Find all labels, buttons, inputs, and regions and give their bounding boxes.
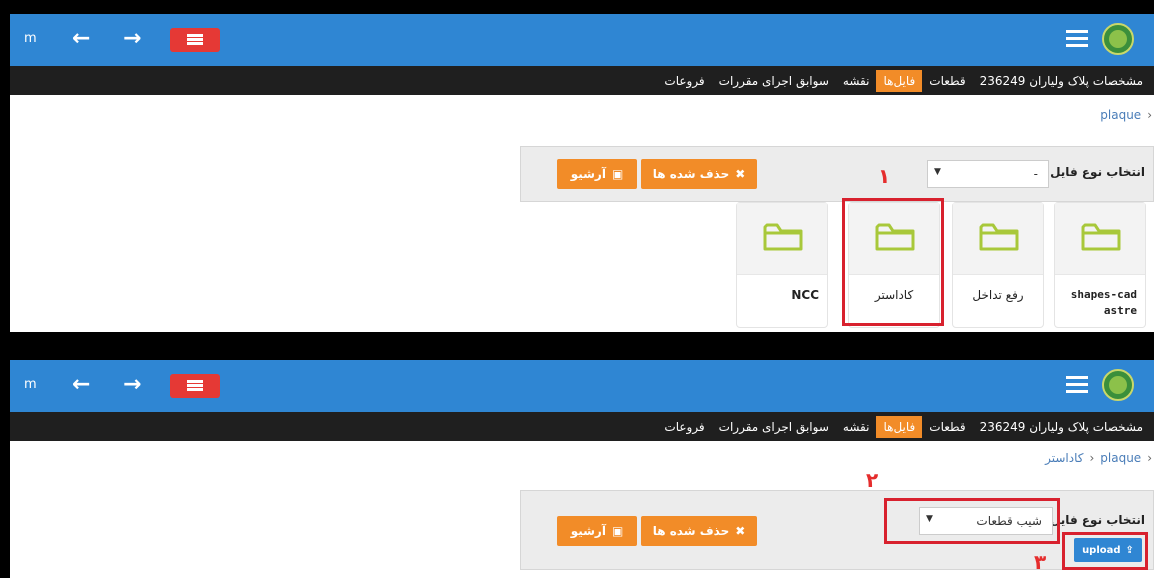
arrow-left-icon[interactable]: ← [72, 372, 90, 398]
close-icon: ✖ [735, 167, 746, 181]
folder-card-ncc[interactable]: NCC [736, 202, 828, 328]
user-initial[interactable]: m [24, 377, 37, 392]
breadcrumb-cadastre[interactable]: کاداستر [1045, 451, 1083, 465]
step-marker-2: ۲ [866, 468, 879, 492]
deleted-files-label: حذف شده ها [652, 167, 730, 181]
tab-plaque-info[interactable]: مشخصات پلاک ولیاران 236249 [973, 416, 1150, 438]
folder-name: رفع تداخل [972, 288, 1024, 302]
close-icon: ✖ [735, 524, 746, 538]
chevron-icon: ‹ [1089, 451, 1095, 465]
tab-map[interactable]: نقشه [836, 70, 877, 92]
screenshot-panel-2: m ← → مشخصات پلاک ولیاران 236249 قطعات ف… [10, 360, 1154, 578]
screenshot-panel-1: m ← → مشخصات پلاک ولیاران 236249 قطعات ف… [10, 14, 1154, 332]
tab-files[interactable]: فایل‌ها [876, 415, 923, 438]
archive-button[interactable]: ▣ آرشیو [557, 516, 637, 546]
folder-icon [1081, 223, 1121, 251]
folder-card-conflict-resolution[interactable]: رفع تداخل [952, 202, 1044, 328]
hamburger-icon[interactable] [1066, 376, 1088, 394]
file-type-value: - [1033, 167, 1038, 181]
file-type-label: انتخاب نوع فایل [1050, 165, 1145, 179]
deleted-files-label: حذف شده ها [652, 524, 730, 538]
tab-bar: مشخصات پلاک ولیاران 236249 قطعات فایل‌ها… [10, 412, 1154, 441]
caret-down-icon: ▼ [934, 167, 941, 177]
chevron-icon: ‹ [1147, 451, 1152, 465]
archive-label: آرشیو [570, 167, 606, 181]
folder-icon [979, 223, 1019, 251]
breadcrumb: ‹ plaque ‹ کاداستر [1045, 451, 1152, 465]
top-navbar: m ← → [10, 360, 1154, 412]
step-marker-1: ۱ [878, 164, 891, 188]
archive-icon: ▣ [611, 524, 624, 538]
archive-label: آرشیو [570, 524, 606, 538]
menu-button[interactable] [170, 374, 220, 398]
menu-icon [187, 380, 203, 392]
arrow-right-icon[interactable]: → [123, 372, 141, 398]
arrow-right-icon[interactable]: → [123, 26, 141, 52]
step-marker-3: ۳ [1034, 550, 1047, 574]
organization-logo-icon [1102, 23, 1134, 55]
organization-logo-icon [1102, 369, 1134, 401]
tab-plaque-info[interactable]: مشخصات پلاک ولیاران 236249 [973, 70, 1150, 92]
file-type-select[interactable]: - ▼ [927, 160, 1049, 188]
highlight-box-select [884, 498, 1060, 544]
file-filter-bar: انتخاب نوع فایل - ▼ ✖ حذف شده ها ▣ آرشیو [520, 146, 1154, 202]
archive-button[interactable]: ▣ آرشیو [557, 159, 637, 189]
tab-subdivisions[interactable]: فروعات [657, 416, 711, 438]
deleted-files-button[interactable]: ✖ حذف شده ها [641, 159, 757, 189]
tab-map[interactable]: نقشه [836, 416, 877, 438]
hamburger-icon[interactable] [1066, 30, 1088, 48]
arrow-left-icon[interactable]: ← [72, 26, 90, 52]
user-initial[interactable]: m [24, 31, 37, 46]
folder-card-shapes-cadastre[interactable]: shapes-cadastre [1054, 202, 1146, 328]
highlight-box-upload [1062, 532, 1148, 570]
folder-name: shapes-cadastre [1070, 288, 1137, 317]
menu-button[interactable] [170, 28, 220, 52]
file-type-label: انتخاب نوع فایل [1050, 513, 1145, 527]
menu-icon [187, 34, 203, 46]
folder-icon [763, 223, 803, 251]
tab-parcels[interactable]: قطعات [922, 70, 972, 92]
breadcrumb: ‹ plaque [1100, 108, 1152, 122]
breadcrumb-plaque[interactable]: plaque [1100, 108, 1141, 122]
tab-bar: مشخصات پلاک ولیاران 236249 قطعات فایل‌ها… [10, 66, 1154, 95]
tab-regulations-history[interactable]: سوابق اجرای مقررات [712, 70, 836, 92]
chevron-icon: ‹ [1147, 108, 1152, 122]
tab-parcels[interactable]: قطعات [922, 416, 972, 438]
tab-files[interactable]: فایل‌ها [876, 69, 923, 92]
top-navbar: m ← → [10, 14, 1154, 66]
highlight-box-cadastre [842, 198, 944, 326]
tab-regulations-history[interactable]: سوابق اجرای مقررات [712, 416, 836, 438]
folder-name: NCC [791, 288, 819, 302]
archive-icon: ▣ [611, 167, 624, 181]
breadcrumb-plaque[interactable]: plaque [1100, 451, 1141, 465]
tab-subdivisions[interactable]: فروعات [657, 70, 711, 92]
deleted-files-button[interactable]: ✖ حذف شده ها [641, 516, 757, 546]
